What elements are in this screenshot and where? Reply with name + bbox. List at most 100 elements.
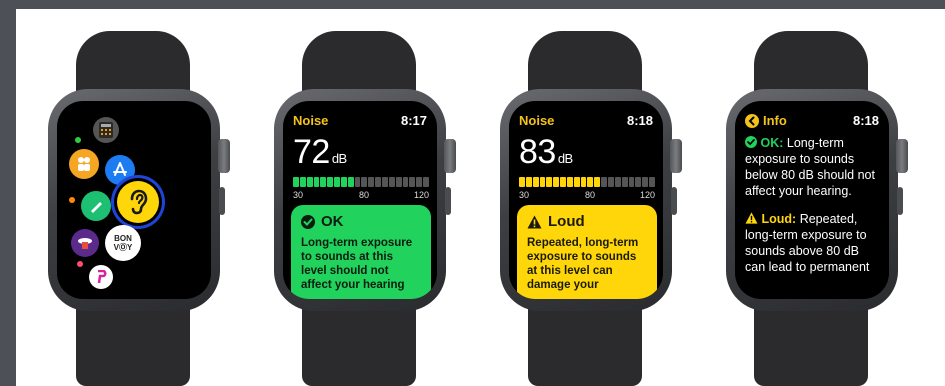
bonvoy-text: BON [114, 234, 132, 243]
back-label: Info [763, 113, 787, 128]
meter-segment [327, 177, 334, 187]
back-button[interactable]: Info [745, 113, 787, 128]
noise-screen: Noise 8:17 72 dB 30 80 120 OK Long-term e… [283, 101, 437, 299]
watch-noise-ok: Noise 8:17 72 dB 30 80 120 OK Long-term e… [256, 9, 466, 386]
meter-segment [320, 177, 327, 187]
watch-noise-info: Info 8:18 OK: Long-term exposure to soun… [708, 9, 918, 386]
meter-segment [553, 177, 560, 187]
paypal-app-icon[interactable] [89, 265, 113, 289]
meter-segment [402, 177, 409, 187]
warning-triangle-icon [527, 215, 542, 228]
meter-segment [375, 177, 381, 187]
bonvoy-app-icon[interactable]: BON VⓄY [105, 225, 141, 261]
scale-threshold: 80 [585, 190, 596, 200]
scale-min: 30 [293, 190, 304, 200]
meter-segment [306, 177, 313, 187]
meter-segment [642, 177, 649, 187]
cinema-app-icon[interactable] [71, 229, 99, 257]
status-card-loud[interactable]: Loud Repeated, long-term exposure to sou… [517, 205, 657, 299]
info-screen: Info 8:18 OK: Long-term exposure to soun… [735, 101, 889, 299]
digital-crown [670, 139, 682, 173]
watch-noise-loud: Noise 8:18 83 dB 30 80 120 Loud Repeated,… [482, 9, 692, 386]
side-button [671, 187, 677, 215]
meter-segment [614, 177, 621, 187]
side-button [445, 187, 451, 215]
meter-segment [293, 177, 299, 187]
scale-threshold: 80 [359, 190, 370, 200]
status-title-text: OK [321, 213, 344, 230]
digital-crown [896, 139, 908, 173]
meter-segment [560, 177, 566, 187]
find-people-icon[interactable] [69, 149, 99, 179]
side-button [219, 187, 225, 215]
meter-segment [607, 177, 614, 187]
status-description: Long-term exposure to sounds at this lev… [301, 237, 413, 291]
status-description: Repeated, long-term exposure to sounds a… [527, 237, 639, 291]
info-loud-paragraph: Loud: Repeated, long-term exposure to so… [745, 211, 881, 275]
scale-min: 30 [519, 190, 530, 200]
scale-max: 120 [413, 190, 429, 200]
meter-segment [546, 177, 553, 187]
meter-segment [368, 177, 375, 187]
noise-app-ear-icon[interactable] [117, 181, 159, 223]
calculator-icon[interactable] [93, 117, 119, 143]
back-chevron-icon [745, 113, 759, 128]
app-store-icon[interactable] [105, 155, 135, 185]
meter-segment [519, 177, 525, 187]
status-title: OK [301, 213, 421, 230]
watch-app-grid: BON VⓄY [30, 9, 240, 386]
pen-app-icon[interactable] [81, 191, 111, 221]
clock-time: 8:17 [400, 113, 427, 128]
meter-segment [594, 177, 601, 187]
info-ok-paragraph: OK: Long-term exposure to sounds below 8… [745, 135, 881, 199]
decibel-unit: dB [557, 151, 573, 166]
meter-segment [381, 177, 388, 187]
decibel-value: 83 [519, 133, 556, 171]
meter-segment [409, 177, 416, 187]
meter-segment [587, 177, 594, 187]
clock-time: 8:18 [626, 113, 653, 128]
meter-segment [354, 177, 361, 187]
meter-segment [388, 177, 395, 187]
status-title: Loud [527, 213, 647, 230]
loud-label: Loud: [761, 212, 797, 226]
digital-crown [444, 139, 456, 173]
meter-segment [635, 177, 642, 187]
decibel-reading: 72 dB [293, 133, 347, 172]
ok-label: OK: [760, 136, 784, 150]
meter-segment [299, 177, 306, 187]
meter-segment [628, 177, 635, 187]
decibel-meter [293, 177, 429, 187]
app-dot [75, 137, 81, 143]
decibel-reading: 83 dB [519, 133, 573, 172]
meter-segment [340, 177, 347, 187]
digital-crown [218, 139, 230, 173]
checkmark-circle-icon [301, 214, 315, 229]
meter-segment [313, 177, 320, 187]
meter-segment [416, 177, 423, 187]
meter-segment [601, 177, 607, 187]
decibel-value: 72 [293, 133, 330, 171]
noise-screen: Noise 8:18 83 dB 30 80 120 Loud Repeated,… [509, 101, 663, 299]
app-title: Noise [293, 113, 329, 128]
info-body: OK: Long-term exposure to sounds below 8… [745, 135, 881, 275]
meter-segment [334, 177, 340, 187]
app-title: Noise [519, 113, 555, 128]
status-card-ok[interactable]: OK Long-term exposure to sounds at this … [291, 205, 431, 299]
app-dot [69, 197, 75, 203]
meter-scale: 30 80 120 [293, 190, 429, 202]
meter-segment [573, 177, 580, 187]
meter-segment [525, 177, 532, 187]
meter-segment [566, 177, 573, 187]
meter-segment [649, 177, 655, 187]
scale-max: 120 [639, 190, 655, 200]
meter-segment [347, 177, 354, 187]
meter-segment [395, 177, 402, 187]
app-dot [77, 261, 83, 267]
meter-segment [423, 177, 429, 187]
meter-segment [621, 177, 628, 187]
warning-triangle-icon [745, 212, 758, 224]
image-frame: BON VⓄY Noise 8:17 72 dB 30 80 120 OK Lo… [16, 9, 945, 386]
status-title-text: Loud [548, 213, 585, 230]
